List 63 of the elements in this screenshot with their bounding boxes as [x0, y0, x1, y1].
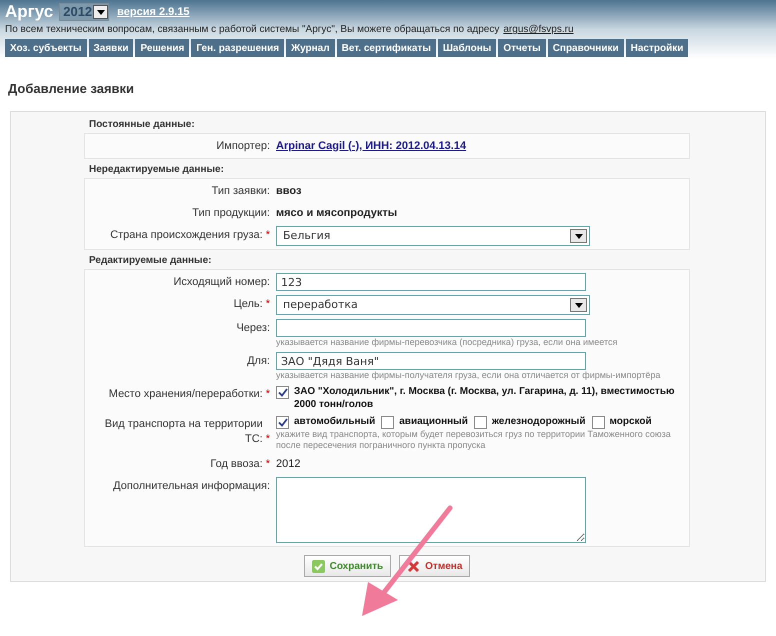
field-hint: укажите вид транспорта, которым будет перевозиться груз по территории Таможенного союза после пересечения пограничного пункта пропуска: [276, 429, 672, 451]
field-label: Страна происхождения груза:: [110, 228, 263, 243]
cancel-button[interactable]: Отмена: [399, 555, 470, 577]
text-input[interactable]: 123: [276, 273, 586, 291]
field-label: Год ввоза:: [210, 457, 263, 472]
menu-tab[interactable]: Справочники: [548, 39, 624, 57]
checkbox-label: автомобильный: [294, 415, 376, 428]
support-email-link[interactable]: argus@fsvps.ru: [503, 23, 574, 36]
text-area[interactable]: [276, 477, 586, 543]
menu-tab[interactable]: Отчеты: [498, 39, 546, 57]
menu-tab[interactable]: Шаблоны: [438, 39, 496, 57]
dropdown-field[interactable]: Бельгия: [276, 226, 590, 246]
menu-tab[interactable]: Вет. сертификаты: [336, 39, 436, 57]
menu-tab[interactable]: Ген. разрешения: [191, 39, 284, 57]
menu-tab[interactable]: Хоз. субъекты: [5, 39, 87, 57]
checkbox[interactable]: [381, 416, 394, 429]
field-value: мясо и мясопродукты: [276, 206, 398, 220]
app-title: Аргус: [5, 2, 54, 22]
field-value: ввоз: [276, 184, 302, 198]
checkbox-label: железнодорожный: [492, 415, 586, 428]
checkbox-label: морской: [610, 415, 652, 428]
required-mark: *: [266, 387, 270, 402]
text-input[interactable]: [276, 319, 586, 337]
required-mark: *: [266, 457, 270, 472]
section-title: Редактируемые данные:: [88, 254, 212, 268]
section-title: Постоянные данные:: [88, 118, 196, 132]
field-label: Тип заявки:: [212, 184, 270, 199]
page-title: Добавление заявки: [8, 81, 134, 97]
field-label: Вид транспорта на территории ТС:: [104, 417, 263, 447]
support-text: По всем техническим вопросам, связанным с работой системы "Аргус", Вы можете обращаться по адресу: [5, 23, 500, 36]
field-label: Тип продукции:: [192, 206, 270, 221]
year-dropdown[interactable]: 2012: [59, 3, 110, 21]
required-mark: *: [266, 228, 270, 243]
checkmark-icon: [312, 560, 325, 572]
required-mark: *: [266, 432, 270, 447]
menu-tab[interactable]: Заявки: [88, 39, 134, 57]
field-label: Исходящий номер:: [174, 275, 270, 290]
checkbox-label: авиационный: [399, 415, 468, 428]
text-input[interactable]: ЗАО "Дядя Ваня": [276, 352, 586, 370]
field-label: Через:: [236, 321, 270, 336]
version-link[interactable]: версия 2.9.15: [117, 4, 190, 20]
required-mark: *: [266, 297, 270, 312]
field-label: Место хранения/переработки:: [108, 387, 263, 402]
field-label: Для:: [247, 354, 270, 369]
importer-link[interactable]: Arpinar Cagil (-), ИНН: 2012.04.13.14: [276, 138, 466, 154]
menu-tab[interactable]: Решения: [135, 39, 190, 57]
field-hint: указывается название фирмы-получателя груза, если она отличается от фирмы-импортёра: [276, 370, 660, 381]
field-hint: указывается название фирмы-перевозчика (посредника) груза, если она имеется: [276, 337, 618, 348]
section-title: Нередактируемые данные:: [88, 163, 225, 177]
checkbox[interactable]: [592, 416, 604, 429]
checkbox[interactable]: [276, 416, 289, 429]
menu-tab[interactable]: Настройки: [626, 39, 688, 57]
field-label: Цель:: [234, 297, 263, 312]
field-value: 2012: [276, 456, 300, 472]
close-icon: [407, 560, 420, 572]
checkbox-label: ЗАО "Холодильник", г. Москва (г. Москва, ул. Гагарина, д. 11), вместимостью 2000 тонн/голов: [294, 385, 676, 411]
menu-tab[interactable]: Журнал: [286, 39, 335, 57]
save-button[interactable]: Сохранить: [304, 555, 392, 577]
field-label: Дополнительная информация:: [113, 479, 270, 494]
checkbox[interactable]: [474, 416, 487, 429]
checkbox[interactable]: [276, 386, 289, 399]
field-label: Импортер:: [216, 139, 270, 154]
dropdown-field[interactable]: переработка: [276, 295, 590, 315]
